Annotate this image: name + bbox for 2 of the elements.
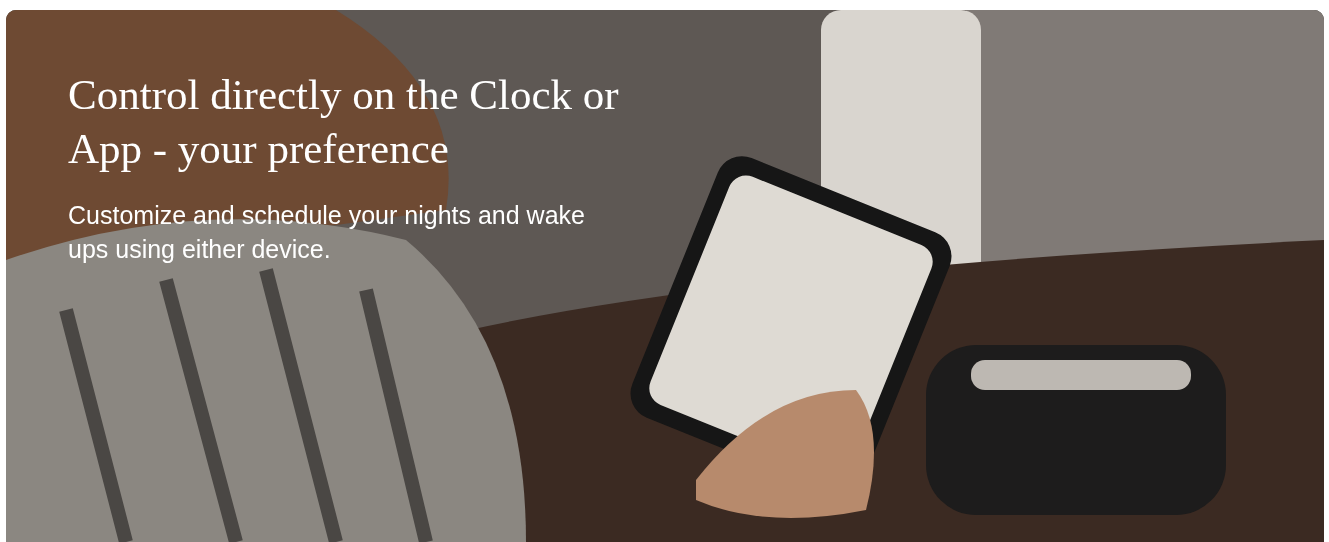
subtitle: Customize and schedule your nights and wake ups using either device.: [68, 200, 586, 265]
headline: Control directly on the Clock or App - your preference: [68, 70, 620, 174]
